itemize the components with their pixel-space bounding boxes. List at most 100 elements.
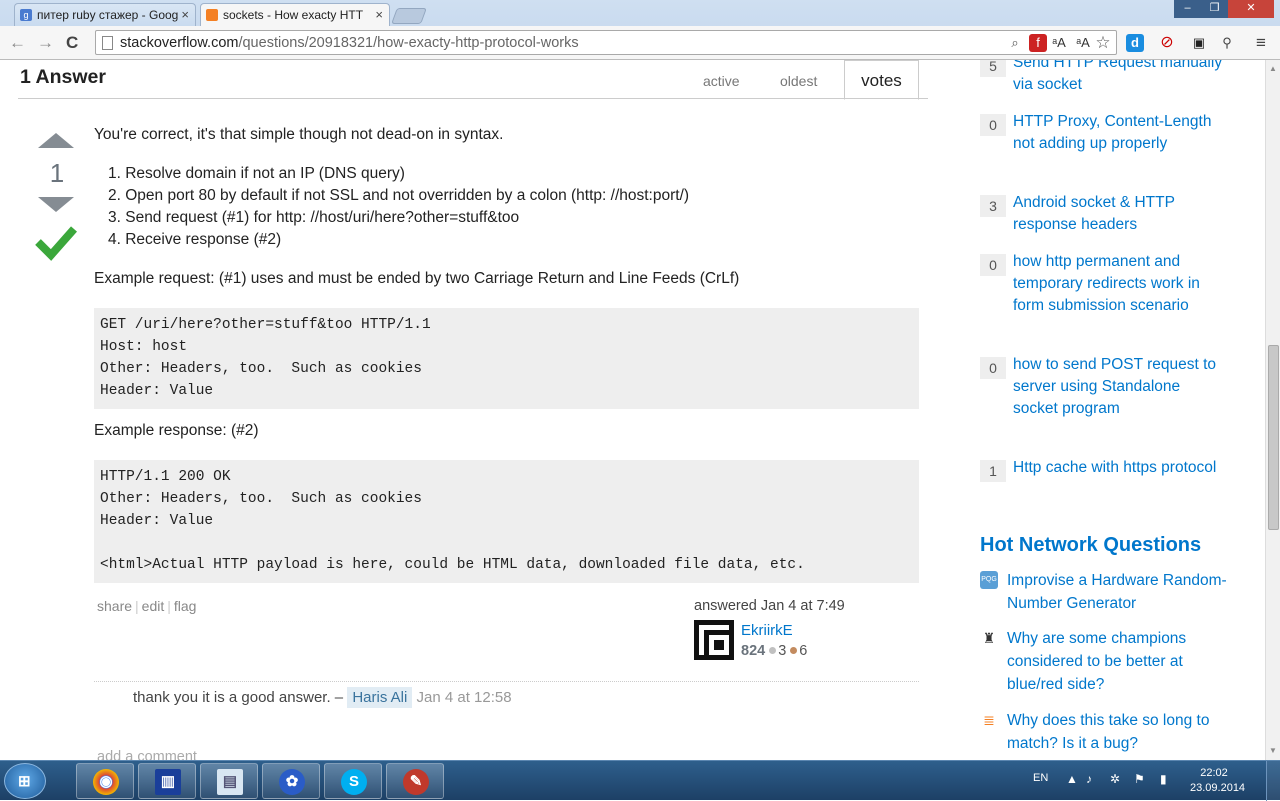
comment: thank you it is a good answer. – Haris A… <box>133 687 512 708</box>
flower-app-icon: ✿ <box>279 769 305 795</box>
page-icon <box>102 36 113 50</box>
chrome-menu-icon[interactable]: ≡ <box>1252 34 1270 52</box>
show-desktop-button[interactable] <box>1266 761 1280 801</box>
new-tab-button[interactable] <box>391 8 427 24</box>
language-indicator[interactable]: EN <box>1033 772 1048 784</box>
tab-close-icon[interactable]: × <box>375 7 383 22</box>
taskbar-notepad[interactable]: ▤ <box>200 763 258 799</box>
add-comment-link[interactable]: add a comment <box>97 749 197 760</box>
related-question-link[interactable]: Http cache with https protocol <box>1013 457 1228 479</box>
tab-google-search[interactable]: g питер ruby стажер - Goog × <box>14 3 196 26</box>
browser-toolbar: ← → C stackoverflow.com/questions/209183… <box>0 26 1280 60</box>
zoom-icon[interactable]: ⌕ <box>1006 34 1024 52</box>
signal-icon[interactable]: ▮ <box>1160 772 1167 786</box>
avatar[interactable] <box>694 620 734 660</box>
related-question-link[interactable]: Send HTTP Request manually via socket <box>1013 60 1228 96</box>
dropper-icon[interactable]: ⚲ <box>1218 34 1236 52</box>
silver-badge-count: 3 <box>778 643 787 659</box>
reload-button[interactable]: C <box>66 33 78 53</box>
page-content: 1 Answer active oldest votes 1 You're co… <box>0 60 1265 760</box>
scroll-down-icon[interactable]: ▼ <box>1269 746 1277 755</box>
request-label: Example request: (#1) uses and must be e… <box>94 270 740 287</box>
code-line: Header: Value <box>100 383 214 399</box>
forward-button[interactable]: → <box>37 33 54 53</box>
answer-intro: You're correct, it's that simple though … <box>94 126 504 143</box>
hot-question-link[interactable]: Why does this take so long to match? Is … <box>1007 709 1227 755</box>
tab-active[interactable]: active <box>703 73 740 89</box>
network-icon[interactable]: ✲ <box>1110 772 1120 786</box>
system-clock[interactable]: 22:02 23.09.2014 <box>1190 766 1245 796</box>
address-bar[interactable]: stackoverflow.com/questions/20918321/how… <box>95 30 1117 55</box>
scroll-up-icon[interactable]: ▲ <box>1269 64 1277 73</box>
bronze-badge-count: 6 <box>799 643 808 659</box>
share-link[interactable]: share <box>97 598 132 614</box>
step-item: 4. Receive response (#2) <box>108 231 282 248</box>
volume-icon[interactable]: ♪ <box>1086 772 1092 786</box>
user-name-link[interactable]: EkriirkE <box>741 622 793 639</box>
related-question-link[interactable]: how to send POST request to server using… <box>1013 354 1228 420</box>
response-code-block: HTTP/1.1 200 OK Other: Headers, too. Suc… <box>94 460 919 583</box>
scrollbar-thumb[interactable] <box>1268 345 1279 530</box>
bronze-badge-icon <box>790 647 798 654</box>
hot-question-link[interactable]: Why are some champions considered to be … <box>1007 627 1227 696</box>
flag-link[interactable]: flag <box>174 598 197 614</box>
tab-close-icon[interactable]: × <box>181 7 189 22</box>
code-review-icon: PQG <box>980 571 998 589</box>
related-question-link[interactable]: HTTP Proxy, Content-Length not adding up… <box>1013 111 1228 155</box>
clock-time: 22:02 <box>1200 767 1228 779</box>
hot-question-link[interactable]: Improvise a Hardware Random-Number Gener… <box>1007 569 1227 615</box>
taskbar-chrome[interactable]: ◉ <box>76 763 134 799</box>
post-actions: share | edit | flag <box>97 598 197 614</box>
related-vote-count: 3 <box>980 195 1006 217</box>
step-item: 2. Open port 80 by default if not SSL an… <box>108 187 690 204</box>
url-path: /questions/20918321/how-exacty-http-prot… <box>238 35 579 51</box>
minimize-button[interactable]: – <box>1174 0 1201 18</box>
dictionary-extension-icon[interactable]: d <box>1126 34 1144 52</box>
tray-expand-icon[interactable]: ▲ <box>1066 772 1078 786</box>
reputation-score: 824 <box>741 643 766 659</box>
browser-chrome: g питер ruby стажер - Goog × sockets - H… <box>0 0 1280 60</box>
related-question-link[interactable]: how http permanent and temporary redirec… <box>1013 251 1228 317</box>
code-line: <html>Actual HTTP payload is here, could… <box>100 557 805 573</box>
related-vote-count: 1 <box>980 460 1006 482</box>
translate-icon[interactable]: ᵃA <box>1050 34 1068 52</box>
code-line: Other: Headers, too. Such as cookies <box>100 491 422 507</box>
taskbar-pencil[interactable]: ✎ <box>386 763 444 799</box>
taskbar-flower-app[interactable]: ✿ <box>262 763 320 799</box>
response-label: Example response: (#2) <box>94 422 259 439</box>
tab-oldest[interactable]: oldest <box>780 73 817 89</box>
taskbar-skype[interactable]: S <box>324 763 382 799</box>
extension-icon[interactable]: ▣ <box>1190 34 1208 52</box>
adblock-icon[interactable]: ⊘ <box>1158 34 1176 52</box>
downvote-arrow-icon[interactable] <box>38 197 74 212</box>
translate-icon[interactable]: ᵃA <box>1074 34 1092 52</box>
bookmark-star-icon[interactable]: ☆ <box>1094 34 1112 52</box>
flash-icon[interactable]: f <box>1029 34 1047 52</box>
windows-taskbar: ⊞ ◉ ▥ ▤ ✿ S ✎ EN ▲ ♪ ✲ ⚑ ▮ 22:02 23.09.2… <box>0 760 1280 801</box>
far-manager-icon: ▥ <box>155 769 181 795</box>
start-button[interactable]: ⊞ <box>4 763 46 799</box>
code-line: Other: Headers, too. Such as cookies <box>100 361 422 377</box>
code-line: Host: host <box>100 339 188 355</box>
vertical-scrollbar[interactable]: ▲ ▼ <box>1265 60 1280 760</box>
tab-title: питер ruby стажер - Goog <box>37 8 179 22</box>
upvote-arrow-icon[interactable] <box>38 133 74 148</box>
related-question-link[interactable]: Android socket & HTTP response headers <box>1013 192 1228 236</box>
close-window-button[interactable]: ✕ <box>1228 0 1274 18</box>
back-button[interactable]: ← <box>9 33 26 53</box>
step-item: 1. Resolve domain if not an IP (DNS quer… <box>108 165 405 182</box>
tab-votes[interactable]: votes <box>844 60 919 100</box>
skype-icon: S <box>341 769 367 795</box>
code-line: Header: Value <box>100 513 214 529</box>
comment-user-link[interactable]: Haris Ali <box>347 687 413 708</box>
taskbar-far-manager[interactable]: ▥ <box>138 763 196 799</box>
action-center-icon[interactable]: ⚑ <box>1134 772 1145 786</box>
tab-stackoverflow[interactable]: sockets - How exacty HTT × <box>200 3 390 26</box>
maximize-button[interactable]: ❐ <box>1201 0 1228 18</box>
edit-link[interactable]: edit <box>142 598 165 614</box>
accepted-check-icon <box>35 226 77 261</box>
related-vote-count: 0 <box>980 114 1006 136</box>
windows-logo-icon: ⊞ <box>18 773 31 790</box>
code-line: HTTP/1.1 200 OK <box>100 469 231 485</box>
